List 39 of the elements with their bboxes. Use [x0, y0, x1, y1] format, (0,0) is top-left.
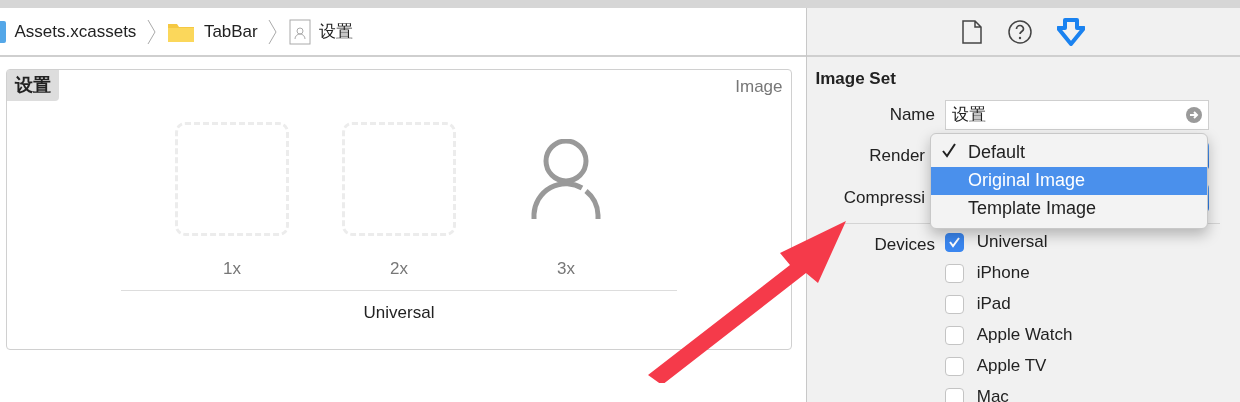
field-label: Name	[889, 104, 935, 124]
menu-item[interactable]: Template Image	[931, 195, 1207, 223]
checkbox[interactable]	[945, 325, 964, 345]
field-label: Compressi	[843, 187, 925, 207]
chevron-icon	[266, 18, 279, 45]
checkbox-label: Apple TV	[976, 355, 1047, 378]
section-title: Image Set	[815, 68, 896, 88]
checkbox-label: iPhone	[976, 262, 1030, 285]
checkbox-label: Universal	[976, 231, 1048, 254]
checkbox-label: Apple Watch	[976, 324, 1073, 347]
image-set-icon	[288, 18, 311, 45]
scale-label: 3x	[557, 258, 575, 280]
checkbox[interactable]	[945, 294, 964, 314]
checkmark-icon	[948, 236, 961, 248]
help-icon	[1007, 19, 1032, 44]
checkbox[interactable]	[945, 387, 964, 402]
checkbox[interactable]	[945, 263, 964, 283]
inspector-tab[interactable]	[962, 19, 982, 44]
down-arrow-icon	[1057, 17, 1085, 46]
inspector-tab[interactable]	[1007, 19, 1032, 44]
breadcrumb-item[interactable]: Assets.xcassets	[14, 18, 137, 45]
asset-catalog-icon	[0, 20, 6, 43]
field-label: Devices	[874, 234, 935, 254]
checkbox-label: iPad	[976, 293, 1011, 316]
device-group-label: Universal	[363, 302, 435, 322]
scale-label: 2x	[390, 258, 408, 280]
field-label: Render	[869, 145, 925, 165]
breadcrumb-item[interactable]: 设置	[319, 18, 354, 45]
breadcrumb-item[interactable]: TabBar	[203, 18, 258, 45]
checkbox-label: Mac	[976, 386, 1009, 402]
checkbox[interactable]	[945, 232, 964, 252]
name-field[interactable]: 设置	[945, 99, 1209, 130]
scale-label: 1x	[223, 258, 241, 280]
menu-item[interactable]: Default	[931, 139, 1207, 167]
asset-type-label: Image	[735, 76, 784, 99]
file-icon	[962, 19, 982, 44]
checkbox[interactable]	[945, 356, 964, 376]
asset-name-tag: 设置	[7, 70, 59, 101]
checkmark-icon	[941, 142, 957, 158]
